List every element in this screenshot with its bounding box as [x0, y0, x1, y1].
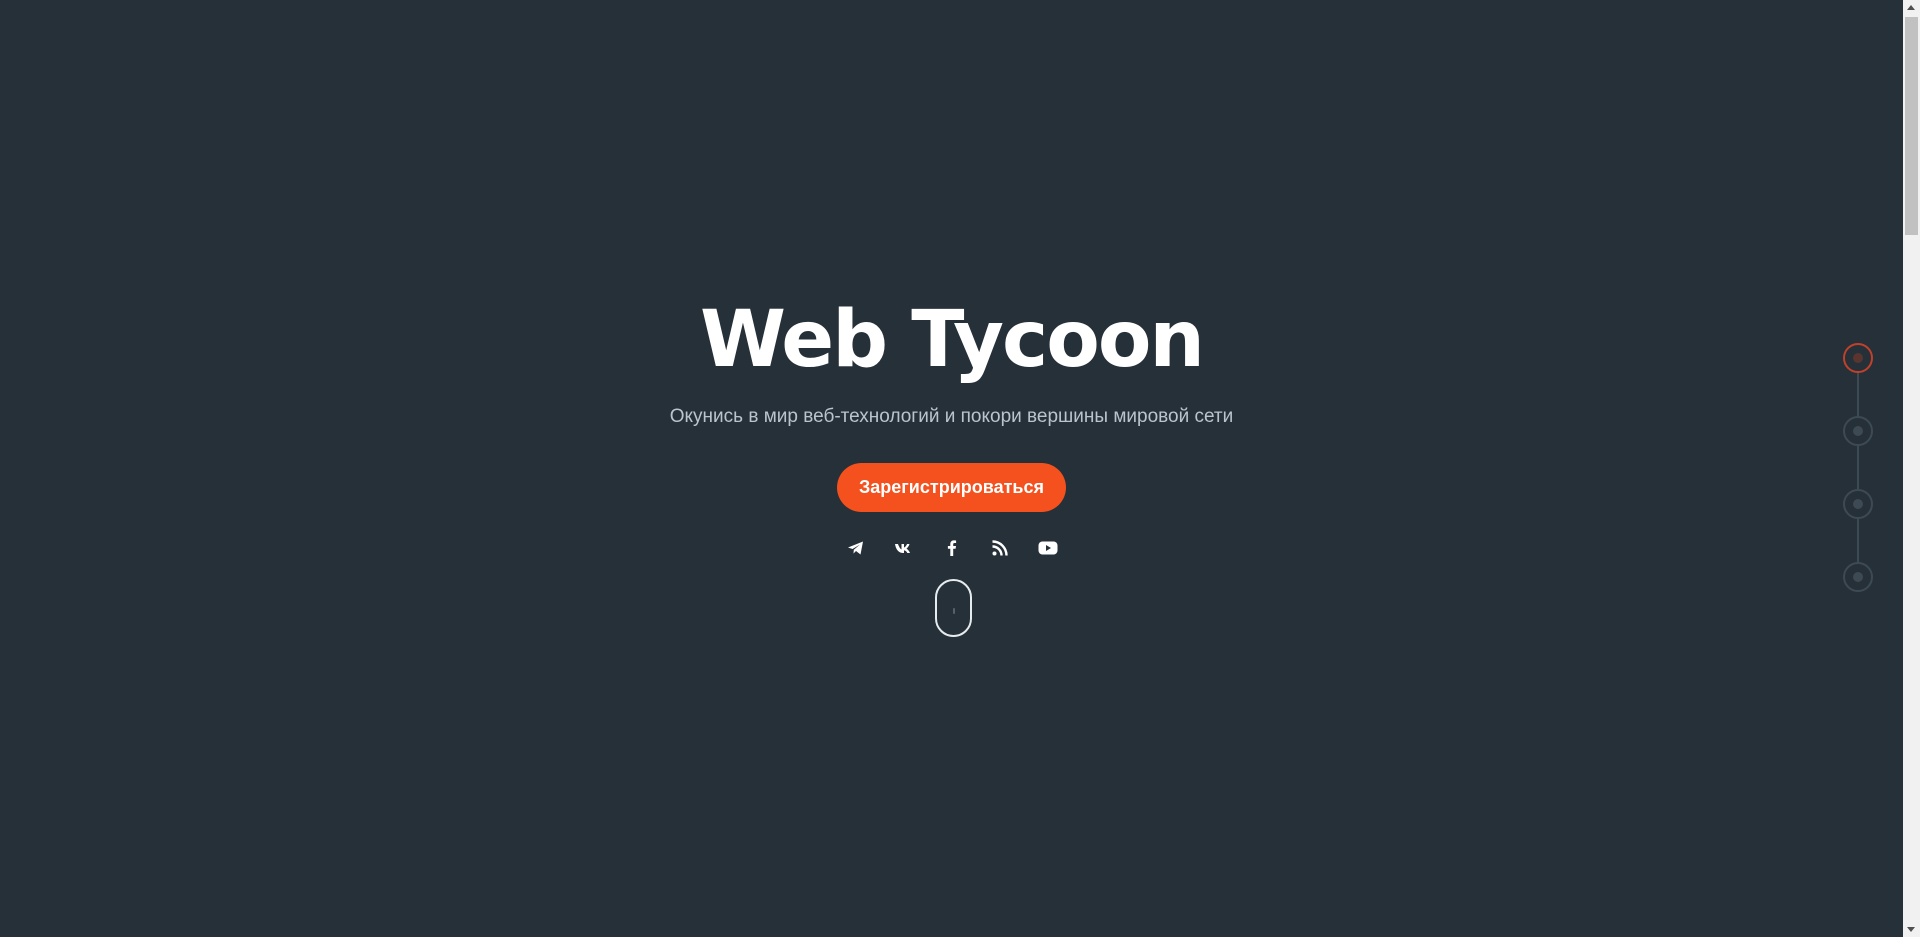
hero-section: Web Tycoon Окунись в мир веб-технологий …	[0, 0, 1903, 937]
section-nav-line	[1857, 358, 1859, 577]
scroll-down-mouse-icon[interactable]	[935, 579, 972, 637]
scroll-up-arrow-icon[interactable]	[1907, 5, 1915, 10]
register-button[interactable]: Зарегистрироваться	[837, 463, 1066, 512]
section-nav-dot-3[interactable]	[1843, 489, 1873, 519]
rss-icon	[991, 540, 1008, 556]
social-links	[0, 536, 1903, 560]
section-nav	[1843, 343, 1873, 593]
hero-subtitle: Окунись в мир веб-технологий и покори ве…	[669, 406, 1234, 427]
section-nav-dot-4[interactable]	[1843, 562, 1873, 592]
page-title: Web Tycoon	[700, 295, 1205, 385]
facebook-link[interactable]	[940, 536, 964, 560]
youtube-icon	[1038, 541, 1057, 555]
rss-link[interactable]	[988, 536, 1012, 560]
vk-link[interactable]	[892, 536, 916, 560]
telegram-link[interactable]	[844, 536, 868, 560]
section-nav-dot-1[interactable]	[1843, 343, 1873, 373]
mouse-wheel	[953, 608, 955, 614]
telegram-icon	[847, 541, 863, 555]
vk-icon	[894, 544, 910, 553]
facebook-icon	[947, 540, 956, 556]
scroll-down-arrow-icon[interactable]	[1907, 927, 1915, 932]
section-nav-dot-2[interactable]	[1843, 416, 1873, 446]
scrollbar-thumb[interactable]	[1905, 17, 1918, 235]
youtube-link[interactable]	[1036, 536, 1060, 560]
page-scrollbar[interactable]	[1903, 0, 1920, 937]
